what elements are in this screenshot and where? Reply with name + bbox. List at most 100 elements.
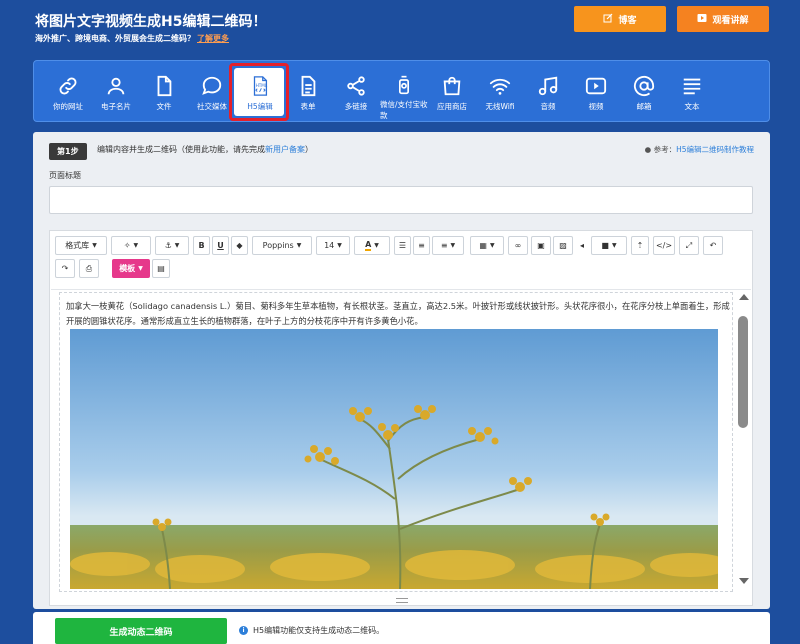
learn-more-link[interactable]: 了解更多 bbox=[197, 34, 229, 43]
upload-button[interactable]: ⇡ bbox=[631, 236, 649, 255]
watch-video-button[interactable]: 观看讲解 bbox=[677, 6, 769, 32]
template-dropdown[interactable]: 模板 ▼ bbox=[112, 259, 150, 278]
nav-item-h5-editor[interactable]: HTML H5编辑 bbox=[229, 61, 289, 121]
shopping-bag-icon bbox=[443, 76, 461, 96]
bold-button[interactable]: B bbox=[193, 236, 210, 255]
wifi-icon bbox=[489, 78, 511, 95]
caret-down-icon: ▼ bbox=[133, 242, 139, 249]
step-instructions: 编辑内容并生成二维码（使用此功能，请先完成新用户备案） bbox=[97, 144, 313, 155]
eraser-button[interactable]: ◆ bbox=[231, 236, 248, 255]
nav-item-payment[interactable]: 微信/支付宝收款 bbox=[380, 61, 428, 121]
font-family-dropdown[interactable]: Poppins ▼ bbox=[252, 236, 312, 255]
scroll-down-arrow-icon[interactable] bbox=[739, 578, 749, 584]
music-icon bbox=[538, 76, 558, 96]
blog-button[interactable]: 博客 bbox=[574, 6, 666, 32]
svg-text:HTML: HTML bbox=[256, 83, 268, 88]
nav-item-email[interactable]: 邮箱 bbox=[620, 61, 668, 121]
nav-item-label: 社交媒体 bbox=[197, 102, 227, 111]
page-title-input[interactable] bbox=[49, 186, 753, 214]
print-icon: ⎙ bbox=[85, 263, 93, 273]
nav-item-label: 无线Wifi bbox=[485, 102, 515, 111]
nav-item-url[interactable]: 你的网址 bbox=[44, 61, 92, 121]
goldenrod-photo[interactable] bbox=[70, 329, 718, 589]
tutorial-link[interactable]: H5编辑二维码制作教程 bbox=[676, 145, 754, 154]
video-dropdown[interactable]: ■ ▼ bbox=[591, 236, 627, 255]
bullet-list-button[interactable]: ☰ bbox=[394, 236, 411, 255]
editor-content-area[interactable]: 加拿大一枝黄花（Solidago canadensis L.）菊目、菊科多年生草… bbox=[51, 289, 751, 601]
nav-item-app-store[interactable]: 应用商店 bbox=[428, 61, 476, 121]
nav-item-text[interactable]: 文本 bbox=[668, 61, 716, 121]
caret-down-icon: ▼ bbox=[92, 242, 97, 249]
step-badge: 第1步 bbox=[49, 143, 87, 160]
anchor-icon: ⚓ bbox=[164, 241, 172, 250]
scroll-up-arrow-icon[interactable] bbox=[739, 294, 749, 300]
person-icon bbox=[107, 77, 125, 95]
watch-video-label: 观看讲解 bbox=[712, 15, 749, 26]
style-library-dropdown[interactable]: 格式库 ▼ bbox=[55, 236, 107, 255]
audio-button[interactable]: ◂ bbox=[575, 236, 589, 255]
template-label: 模板 bbox=[119, 264, 136, 273]
reference: ● 参考：H5编辑二维码制作教程 bbox=[645, 144, 754, 155]
anchor-dropdown[interactable]: ⚓ ▼ bbox=[155, 236, 189, 255]
gallery-button[interactable]: ▣ bbox=[531, 236, 551, 255]
font-size-dropdown[interactable]: 14 ▼ bbox=[316, 236, 350, 255]
new-user-registration-link[interactable]: 新用户备案 bbox=[265, 145, 305, 154]
print-button[interactable]: ⎙ bbox=[79, 259, 99, 278]
nav-item-label: 微信/支付宝收款 bbox=[380, 100, 428, 120]
nav-item-label: 多链接 bbox=[344, 102, 368, 111]
image-icon: ▨ bbox=[559, 241, 567, 250]
code-icon: </> bbox=[655, 241, 673, 250]
html5-file-icon: HTML bbox=[253, 76, 268, 96]
caret-down-icon: ▼ bbox=[138, 265, 143, 272]
redo-button[interactable]: ↷ bbox=[55, 259, 75, 278]
rich-text-editor: 格式库 ▼ ✧ ▼ ⚓ ▼ B U ◆ Poppins ▼ 14 ▼ A ▼ ☰ ≡ ≡ ▼ … bbox=[49, 230, 753, 606]
nav-item-label: 电子名片 bbox=[101, 102, 131, 111]
step-text-end: ） bbox=[305, 145, 313, 154]
generate-note-text: H5编辑功能仅支持生成动态二维码。 bbox=[253, 626, 385, 635]
caret-down-icon: ▼ bbox=[174, 242, 180, 249]
nav-item-form[interactable]: 表单 bbox=[284, 61, 332, 121]
scroll-thumb[interactable] bbox=[738, 316, 748, 428]
info-icon: ● bbox=[644, 145, 652, 154]
redo-icon: ↷ bbox=[61, 264, 69, 273]
align-dropdown[interactable]: ≡ ▼ bbox=[432, 236, 464, 255]
nav-item-multi-link[interactable]: 多链接 bbox=[332, 61, 380, 121]
numbered-list-button[interactable]: ≡ bbox=[413, 236, 430, 255]
nav-item-audio[interactable]: 音频 bbox=[524, 61, 572, 121]
underline-button[interactable]: U bbox=[212, 236, 229, 255]
undo-button[interactable]: ↶ bbox=[703, 236, 723, 255]
link-button[interactable]: ∞ bbox=[508, 236, 528, 255]
nav-item-vcard[interactable]: 电子名片 bbox=[92, 61, 140, 121]
magic-wand-dropdown[interactable]: ✧ ▼ bbox=[111, 236, 151, 255]
nav-item-video[interactable]: 视频 bbox=[572, 61, 620, 121]
nav-item-label: 邮箱 bbox=[636, 102, 652, 111]
content-scrollbar[interactable] bbox=[737, 294, 749, 584]
save-button[interactable]: ▤ bbox=[152, 259, 170, 278]
content-paragraph[interactable]: 加拿大一枝黄花（Solidago canadensis L.）菊目、菊科多年生草… bbox=[66, 299, 730, 329]
form-icon bbox=[301, 75, 316, 97]
page-title-label: 页面标题 bbox=[49, 171, 81, 180]
image-button[interactable]: ▨ bbox=[553, 236, 573, 255]
generate-dynamic-qr-button[interactable]: 生成动态二维码 bbox=[55, 618, 227, 644]
code-view-button[interactable]: </> bbox=[653, 236, 675, 255]
align-icon: ≡ bbox=[440, 241, 448, 250]
upload-icon: ⇡ bbox=[636, 241, 644, 250]
fullscreen-button[interactable]: ⤢ bbox=[679, 236, 699, 255]
nav-item-label: 视频 bbox=[588, 102, 604, 111]
video-camera-icon: ■ bbox=[601, 241, 609, 250]
nav-item-file[interactable]: 文件 bbox=[140, 61, 188, 121]
caret-down-icon: ▼ bbox=[611, 242, 617, 249]
nav-item-wifi[interactable]: 无线Wifi bbox=[476, 61, 524, 121]
font-color-dropdown[interactable]: A ▼ bbox=[354, 236, 390, 255]
resize-handle[interactable] bbox=[396, 598, 408, 603]
file-icon bbox=[157, 75, 172, 97]
qr-type-nav: 你的网址 电子名片 文件 社交媒体 HTML H5编辑 表单 多链接 微信/支付… bbox=[33, 60, 770, 122]
wechat-pay-icon bbox=[399, 75, 409, 95]
speaker-icon: ◂ bbox=[579, 241, 584, 250]
generate-bar: 生成动态二维码 i H5编辑功能仅支持生成动态二维码。 bbox=[33, 612, 770, 644]
font-family-value: Poppins bbox=[262, 241, 294, 250]
editor-toolbar: 格式库 ▼ ✧ ▼ ⚓ ▼ B U ◆ Poppins ▼ 14 ▼ A ▼ ☰ ≡ ≡ ▼ … bbox=[50, 231, 752, 289]
nav-item-label: H5编辑 bbox=[247, 102, 273, 111]
table-dropdown[interactable]: ▦ ▼ bbox=[470, 236, 504, 255]
bold-icon: B bbox=[198, 241, 205, 250]
